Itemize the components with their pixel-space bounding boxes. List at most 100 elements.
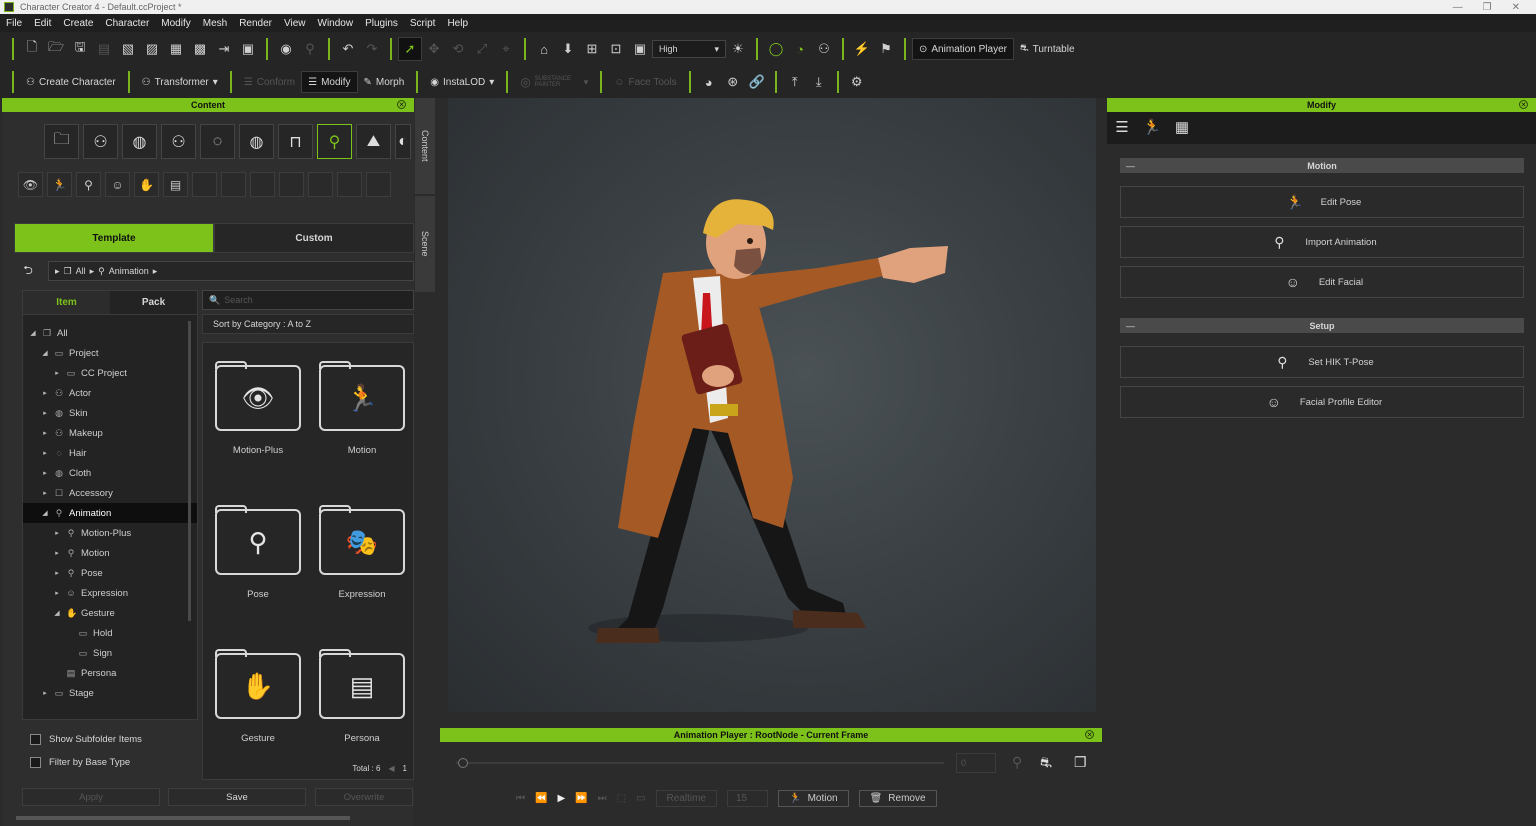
modify-button[interactable]: ☰ Modify bbox=[301, 71, 358, 93]
tree-item-stage[interactable]: ▸ ▭ Stage bbox=[23, 683, 197, 703]
tab-custom[interactable]: Custom bbox=[214, 223, 414, 253]
tree-item-hair[interactable]: ▸ ◌ Hair bbox=[23, 443, 197, 463]
expand-arrow-icon[interactable]: ▸ bbox=[41, 469, 49, 477]
realtime-button[interactable]: Realtime bbox=[655, 790, 717, 807]
edit-pose-button[interactable]: 🏃 Edit Pose bbox=[1120, 186, 1524, 218]
maximize-button[interactable]: ❐ bbox=[1483, 2, 1492, 13]
close-button[interactable]: ✕ bbox=[1512, 2, 1520, 13]
menu-modify[interactable]: Modify bbox=[155, 18, 196, 29]
more-icon[interactable]: ◐ bbox=[395, 124, 411, 159]
tree-item-cc-project[interactable]: ▸ ▭ CC Project bbox=[23, 363, 197, 383]
send-icon[interactable]: ⇥ bbox=[212, 37, 236, 61]
close-panel-icon[interactable]: ✕ bbox=[397, 100, 406, 109]
timeline-handle[interactable] bbox=[458, 758, 468, 768]
render-icon[interactable]: ▣ bbox=[236, 37, 260, 61]
expand-arrow-icon[interactable]: ▸ bbox=[53, 569, 61, 577]
gesture-icon[interactable]: ✋ bbox=[134, 172, 159, 197]
crumb-animation[interactable]: Animation bbox=[109, 266, 149, 276]
tree-item-accessory[interactable]: ▸ ☐ Accessory bbox=[23, 483, 197, 503]
persona-icon[interactable]: ▤ bbox=[163, 172, 188, 197]
expand-arrow-icon[interactable]: ▸ bbox=[41, 409, 49, 417]
unreal-icon[interactable]: ⊛ bbox=[721, 70, 745, 94]
menu-help[interactable]: Help bbox=[441, 18, 474, 29]
pose-icon[interactable]: ⚲ bbox=[298, 37, 322, 61]
tree-item-actor[interactable]: ▸ ⚇ Actor bbox=[23, 383, 197, 403]
expand-arrow-icon[interactable]: ▸ bbox=[53, 369, 61, 377]
expand-arrow-icon[interactable]: ▸ bbox=[41, 389, 49, 397]
folder-item[interactable]: 👁 Motion-Plus bbox=[214, 361, 302, 456]
frame-input[interactable]: 0 bbox=[956, 753, 996, 773]
menu-create[interactable]: Create bbox=[57, 18, 99, 29]
tab-pack[interactable]: Pack bbox=[110, 291, 197, 315]
motion-icon[interactable]: 🏃 bbox=[47, 172, 72, 197]
timeline-track[interactable] bbox=[456, 762, 944, 764]
next-frame-icon[interactable]: ⏩ bbox=[575, 793, 587, 804]
open-folder-icon[interactable]: 🗁 bbox=[44, 37, 68, 61]
folder-item[interactable]: ▤ Persona bbox=[318, 649, 406, 744]
menu-window[interactable]: Window bbox=[312, 18, 360, 29]
expand-arrow-icon[interactable]: ◢ bbox=[41, 509, 49, 517]
expand-arrow-icon[interactable]: ▸ bbox=[53, 529, 61, 537]
crowd-icon[interactable]: ⚇ bbox=[812, 37, 836, 61]
create-character-button[interactable]: ⚇ Create Character bbox=[20, 71, 122, 93]
crumb-all[interactable]: All bbox=[76, 266, 86, 276]
tree-item-sign[interactable]: ▭ Sign bbox=[23, 643, 197, 663]
settings-gear-icon[interactable]: ⚙ bbox=[845, 70, 869, 94]
play-icon[interactable]: ▶ bbox=[557, 793, 565, 804]
expand-arrow-icon[interactable]: ▸ bbox=[41, 489, 49, 497]
save-icon[interactable]: 🖫 bbox=[68, 37, 92, 61]
hair-icon[interactable]: ◌ bbox=[200, 124, 235, 159]
tree-scrollbar[interactable] bbox=[188, 321, 191, 621]
fps-select[interactable]: 15 bbox=[726, 790, 769, 807]
tree-item-all[interactable]: ◢ ❐ All bbox=[23, 323, 197, 343]
folder-item[interactable]: 🏃 Motion bbox=[318, 361, 406, 456]
motion-button[interactable]: 🏃 Motion bbox=[778, 790, 849, 807]
menu-render[interactable]: Render bbox=[233, 18, 278, 29]
checker-icon[interactable]: ▦ bbox=[1167, 112, 1197, 142]
sort-select[interactable]: Sort by Category : A to Z bbox=[202, 314, 414, 334]
instalod-button[interactable]: ◉ InstaLOD ▾ bbox=[424, 71, 500, 93]
prev-page-icon[interactable]: ◀ bbox=[388, 764, 394, 773]
select-arrow-icon[interactable]: ➚ bbox=[398, 37, 422, 61]
tab-template[interactable]: Template bbox=[14, 223, 214, 253]
expression-icon[interactable]: ☺ bbox=[105, 172, 130, 197]
apply-button[interactable]: Apply bbox=[22, 788, 160, 806]
conform-button[interactable]: ☰ Conform bbox=[238, 71, 301, 93]
pose-icon[interactable]: ⚲ bbox=[76, 172, 101, 197]
menu-plugins[interactable]: Plugins bbox=[359, 18, 404, 29]
last-frame-icon[interactable]: ⏭ bbox=[598, 793, 607, 804]
expand-arrow-icon[interactable]: ▸ bbox=[41, 449, 49, 457]
tree-item-animation[interactable]: ◢ ⚲ Animation bbox=[23, 503, 197, 523]
stage-icon[interactable]: ⛰ bbox=[356, 124, 391, 159]
tree-item-skin[interactable]: ▸ ◍ Skin bbox=[23, 403, 197, 423]
tab-item[interactable]: Item bbox=[23, 291, 110, 315]
folder-item[interactable]: ✋ Gesture bbox=[214, 649, 302, 744]
first-frame-icon[interactable]: ⏮ bbox=[516, 793, 525, 804]
expand-arrow-icon[interactable]: ◢ bbox=[41, 349, 49, 357]
export-obj-icon[interactable]: ▨ bbox=[140, 37, 164, 61]
gizmo-icon[interactable]: ◯ bbox=[764, 37, 788, 61]
overwrite-button[interactable]: Overwrite bbox=[315, 788, 413, 806]
makeup-icon[interactable]: ⚇ bbox=[161, 124, 196, 159]
rotate-icon[interactable]: ⟲ bbox=[446, 37, 470, 61]
set-hik-tpose-button[interactable]: ⚲ Set HIK T-Pose bbox=[1120, 346, 1524, 378]
fit-selected-icon[interactable]: ⊡ bbox=[604, 37, 628, 61]
morph-button[interactable]: ✎ Morph bbox=[358, 71, 411, 93]
expand-arrow-icon[interactable]: ◢ bbox=[29, 329, 37, 337]
new-file-icon[interactable]: 🗋 bbox=[20, 37, 44, 61]
figure-icon[interactable]: ⚲ bbox=[1012, 754, 1022, 771]
tree-item-gesture[interactable]: ◢ ✋ Gesture bbox=[23, 603, 197, 623]
camera-icon[interactable]: ⛐ bbox=[1040, 754, 1052, 773]
back-icon[interactable]: ⮌ bbox=[14, 261, 42, 282]
tree-item-makeup[interactable]: ▸ ⚇ Makeup bbox=[23, 423, 197, 443]
align-icon[interactable]: ⚡ bbox=[850, 37, 874, 61]
folder-item[interactable]: ⚲ Pose bbox=[214, 505, 302, 600]
side-tab-content[interactable]: Content bbox=[415, 98, 435, 194]
filter-base-type-checkbox[interactable]: Filter by Base Type bbox=[22, 751, 198, 773]
motion-tab-icon[interactable]: 🏃 bbox=[1137, 112, 1167, 142]
remove-button[interactable]: 🗑 Remove bbox=[858, 790, 937, 807]
import-animation-button[interactable]: ⚲ Import Animation bbox=[1120, 226, 1524, 258]
menu-file[interactable]: File bbox=[0, 18, 28, 29]
prev-frame-icon[interactable]: ⏪ bbox=[535, 793, 547, 804]
animation-icon[interactable]: ⚲ bbox=[317, 124, 352, 159]
